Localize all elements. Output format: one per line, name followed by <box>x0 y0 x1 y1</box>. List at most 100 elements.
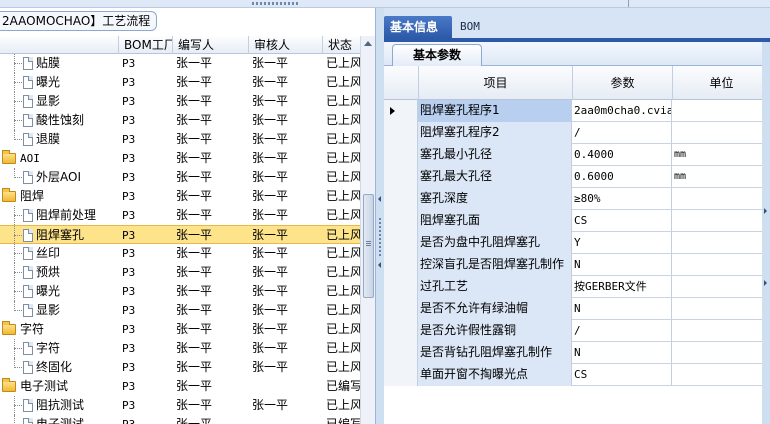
parameter-row[interactable]: 塞孔最大孔径 0.6000 mm <box>384 166 770 188</box>
parameter-unit-cell[interactable] <box>672 298 770 320</box>
tab-basic-info[interactable]: 基本信息 <box>384 16 452 38</box>
top-splitter-strip[interactable] <box>0 0 770 8</box>
parameter-unit-cell[interactable] <box>672 364 770 386</box>
document-icon <box>23 95 33 108</box>
parameter-row[interactable]: 是否允许假性露铜 / <box>384 320 770 342</box>
tab-bom[interactable]: BOM <box>454 16 494 38</box>
tree-line <box>14 310 22 311</box>
parameter-value-cell[interactable]: / <box>572 122 672 144</box>
row-indicator[interactable] <box>384 320 418 342</box>
parameter-row[interactable]: 控深盲孔是否阻焊塞孔制作 N <box>384 254 770 276</box>
row-indicator[interactable] <box>384 100 418 122</box>
tree-row[interactable]: 退膜 P3 张一平 张一平 已上风 <box>0 130 360 149</box>
parameter-value-cell[interactable]: N <box>572 298 672 320</box>
writer-cell: 张一平 <box>176 170 213 184</box>
parameter-row[interactable]: 单面开窗不掏曝光点 CS <box>384 364 770 386</box>
parameter-value-cell[interactable]: 0.4000 <box>572 144 672 166</box>
parameter-row[interactable]: 是否背钻孔阻焊塞孔制作 N <box>384 342 770 364</box>
parameter-unit-cell[interactable]: mm <box>672 166 770 188</box>
expand-right-arrow-icon[interactable] <box>764 208 767 214</box>
tree-row[interactable]: 阻焊 P3 张一平 张一平 已上风 <box>0 187 360 206</box>
parameter-row[interactable]: 阻焊塞孔程序2/ <box>384 122 770 144</box>
collapse-left-arrow-icon[interactable] <box>378 196 381 202</box>
parameter-value-cell[interactable]: / <box>572 320 672 342</box>
parameter-unit-cell[interactable] <box>672 210 770 232</box>
parameter-value-cell[interactable]: CS <box>572 210 672 232</box>
parameter-unit-cell[interactable] <box>672 342 770 364</box>
column-header-reviewer[interactable]: 审核人 <box>248 36 322 54</box>
tree-row[interactable]: 预烘 P3 张一平 张一平 已上风 <box>0 263 360 282</box>
tree-row[interactable]: 字符 P3 张一平 张一平 已上风 <box>0 320 360 339</box>
parameter-row[interactable]: 是否不允许有绿油帽 N <box>384 298 770 320</box>
tree-row[interactable]: 显影 P3 张一平 张一平 已上风 <box>0 301 360 320</box>
parameter-unit-cell[interactable] <box>672 320 770 342</box>
parameter-unit-cell[interactable] <box>672 276 770 298</box>
scrollbar-thumb[interactable] <box>363 194 374 298</box>
expand-right-arrow-icon[interactable] <box>764 280 767 286</box>
reviewer-cell: 张一平 <box>252 132 289 146</box>
row-indicator[interactable] <box>384 232 418 254</box>
parameter-row[interactable]: 过孔工艺 按GERBER文件 <box>384 276 770 298</box>
row-indicator[interactable] <box>384 210 418 232</box>
splitter-grip[interactable] <box>252 2 300 5</box>
row-indicator[interactable] <box>384 276 418 298</box>
panel-splitter[interactable] <box>376 8 384 424</box>
parameter-value-cell[interactable]: 按GERBER文件 <box>572 276 672 298</box>
tab-basic-params[interactable]: 基本参数 <box>392 44 482 66</box>
splitter-grip[interactable] <box>379 218 381 258</box>
tree-row[interactable]: 阻焊前处理 P3 张一平 张一平 已上风 <box>0 206 360 225</box>
parameter-value-cell[interactable]: ≥80% <box>572 188 672 210</box>
tree-row[interactable]: 阻焊塞孔 P3 张一平 张一平 已上风 <box>0 225 360 245</box>
tree-row[interactable]: 电子测试 P3 张一平 已编写 <box>0 377 360 396</box>
parameter-value-cell[interactable]: N <box>572 342 672 364</box>
row-indicator[interactable] <box>384 166 418 188</box>
parameter-unit-cell[interactable]: mm <box>672 144 770 166</box>
column-header-param[interactable]: 参数 <box>572 66 672 100</box>
parameter-unit-cell[interactable] <box>672 232 770 254</box>
column-header-unit[interactable]: 单位 <box>672 66 770 100</box>
parameter-row[interactable]: 阻焊塞孔程序1 2aa0m0cha0.cvia <box>384 100 770 122</box>
tree-row[interactable]: 外层AOI P3 张一平 张一平 已上风 <box>0 168 360 187</box>
tree-row[interactable]: 曝光 P3 张一平 张一平 已上风 <box>0 282 360 301</box>
column-header-writer[interactable]: 编写人 <box>172 36 248 54</box>
column-header-bom[interactable]: BOM工厂 <box>118 36 172 54</box>
parameter-unit-cell[interactable] <box>672 254 770 276</box>
tree-row[interactable]: 显影 P3 张一平 张一平 已上风 <box>0 92 360 111</box>
parameter-unit-cell[interactable] <box>672 100 770 122</box>
scroll-up-arrow-icon[interactable] <box>364 41 372 46</box>
writer-cell: 张一平 <box>176 208 213 222</box>
parameter-row[interactable]: 塞孔深度 ≥80% <box>384 188 770 210</box>
tree-row[interactable]: 贴膜 P3 张一平 张一平 已上风 <box>0 54 360 73</box>
tree-row[interactable]: 酸性蚀刻 P3 张一平 张一平 已上风 <box>0 111 360 130</box>
column-header-item[interactable]: 项目 <box>418 66 572 100</box>
status-cell: 已上风 <box>326 75 360 89</box>
row-indicator[interactable] <box>384 298 418 320</box>
row-indicator[interactable] <box>384 188 418 210</box>
parameter-value-cell[interactable]: 0.6000 <box>572 166 672 188</box>
parameter-unit-cell[interactable] <box>672 188 770 210</box>
tree-row[interactable]: 曝光 P3 张一平 张一平 已上风 <box>0 73 360 92</box>
tree-row[interactable]: 终固化 P3 张一平 张一平 已上风 <box>0 358 360 377</box>
row-indicator[interactable] <box>384 364 418 386</box>
tree-row[interactable]: 电子测试 P3 张一平 已编写 <box>0 415 360 424</box>
tree-row[interactable]: 阻抗测试 P3 张一平 张一平 已上风 <box>0 396 360 415</box>
tree-row[interactable]: 丝印 P3 张一平 张一平 已上风 <box>0 244 360 263</box>
tree-row[interactable]: AOI P3 张一平 张一平 已上风 <box>0 149 360 168</box>
right-edge-splitter[interactable] <box>762 42 770 424</box>
column-header-status[interactable]: 状态 <box>322 36 360 54</box>
parameter-unit-cell[interactable] <box>672 122 770 144</box>
tree-row[interactable]: 字符 P3 张一平 张一平 已上风 <box>0 339 360 358</box>
parameter-row[interactable]: 塞孔最小孔径 0.4000 mm <box>384 144 770 166</box>
parameter-value-cell[interactable]: 2aa0m0cha0.cvia <box>572 100 672 122</box>
parameter-row[interactable]: 阻焊塞孔面 CS <box>384 210 770 232</box>
tree-scrollbar[interactable] <box>360 36 375 424</box>
parameter-row[interactable]: 是否为盘中孔阻焊塞孔 Y <box>384 232 770 254</box>
parameter-value-cell[interactable]: CS <box>572 364 672 386</box>
parameter-value-cell[interactable]: Y <box>572 232 672 254</box>
row-indicator[interactable] <box>384 254 418 276</box>
collapse-left-arrow-icon[interactable] <box>378 262 381 268</box>
row-indicator[interactable] <box>384 342 418 364</box>
parameter-value-cell[interactable]: N <box>572 254 672 276</box>
row-indicator[interactable] <box>384 122 418 144</box>
row-indicator[interactable] <box>384 144 418 166</box>
